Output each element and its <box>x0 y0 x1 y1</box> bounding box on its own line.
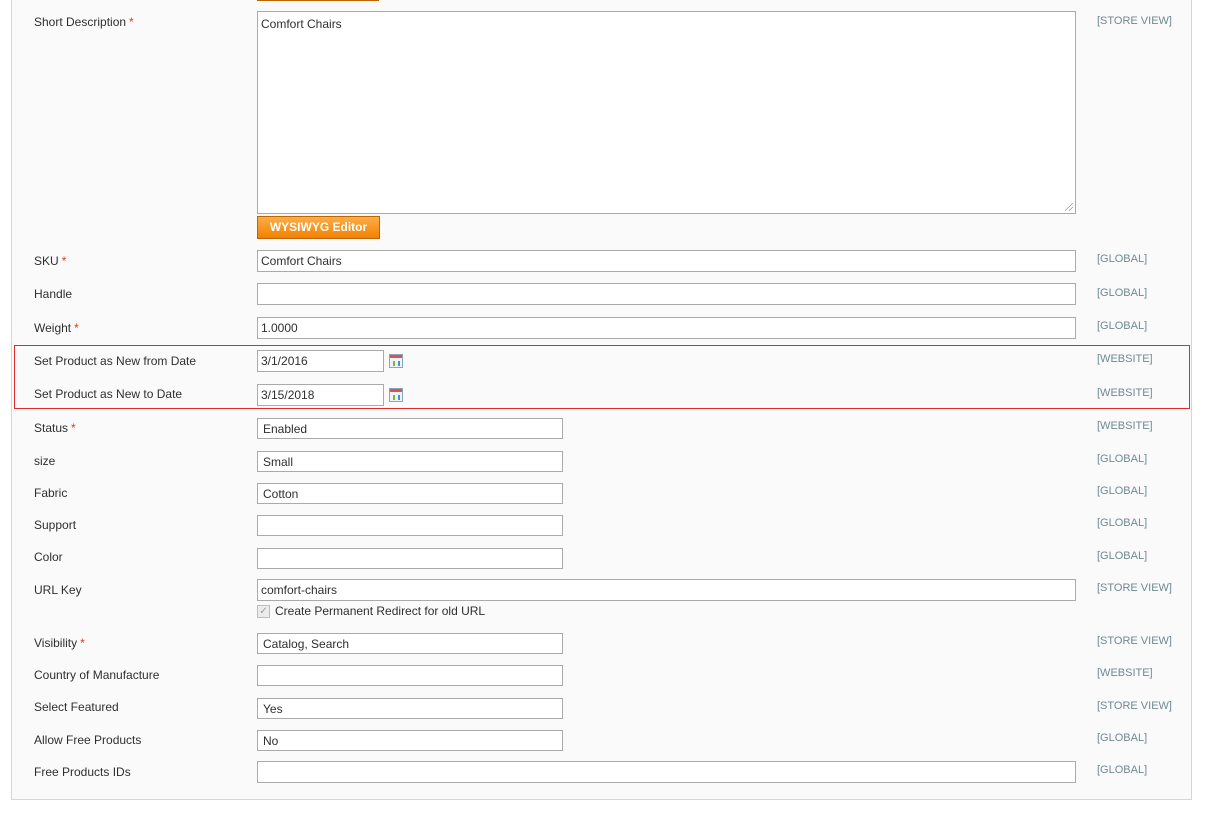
country-label: Country of Manufacture <box>34 668 160 682</box>
fabric-select[interactable]: Cotton <box>257 483 563 504</box>
support-select[interactable] <box>257 515 563 536</box>
fabric-label: Fabric <box>34 486 68 500</box>
weight-scope: [GLOBAL] <box>1097 320 1148 332</box>
sku-scope: [GLOBAL] <box>1097 253 1148 265</box>
free-products-ids-scope: [GLOBAL] <box>1097 764 1148 776</box>
visibility-label: Visibility * <box>34 636 85 650</box>
status-scope: [WEBSITE] <box>1097 420 1153 432</box>
size-scope: [GLOBAL] <box>1097 453 1148 465</box>
new-from-date-input[interactable]: 3/1/2016 <box>257 350 384 372</box>
status-label: Status * <box>34 421 76 435</box>
sku-label: SKU * <box>34 254 67 268</box>
color-select[interactable] <box>257 548 563 569</box>
support-label: Support <box>34 518 77 532</box>
weight-label: Weight * <box>34 321 79 335</box>
handle-scope: [GLOBAL] <box>1097 287 1148 299</box>
visibility-select[interactable]: Catalog, Search <box>257 633 563 654</box>
color-scope: [GLOBAL] <box>1097 550 1148 562</box>
calendar-icon[interactable] <box>389 388 403 402</box>
wysiwyg-editor-button[interactable]: WYSIWYG Editor <box>257 216 380 239</box>
free-products-scope: [GLOBAL] <box>1097 732 1148 744</box>
fabric-scope: [GLOBAL] <box>1097 485 1148 497</box>
new-from-date-scope: [WEBSITE] <box>1097 353 1153 365</box>
permanent-redirect-label: Create Permanent Redirect for old URL <box>275 604 486 618</box>
size-label: size <box>34 454 56 468</box>
featured-select[interactable]: Yes <box>257 698 563 719</box>
url-key-input[interactable]: comfort-chairs <box>257 579 1076 601</box>
sku-input[interactable]: Comfort Chairs <box>257 250 1076 272</box>
short-description-label: Short Description * <box>34 15 134 29</box>
free-products-ids-input[interactable] <box>257 761 1076 783</box>
new-to-date-label: Set Product as New to Date <box>34 387 183 401</box>
resize-grip-icon[interactable] <box>1065 203 1073 211</box>
weight-input[interactable]: 1.0000 <box>257 317 1076 339</box>
color-label: Color <box>34 550 63 564</box>
url-key-scope: [STORE VIEW] <box>1097 582 1172 594</box>
country-scope: [WEBSITE] <box>1097 667 1153 679</box>
calendar-icon[interactable] <box>389 354 403 368</box>
status-select[interactable]: Enabled <box>257 418 563 439</box>
visibility-scope: [STORE VIEW] <box>1097 635 1172 647</box>
country-select[interactable] <box>257 665 563 686</box>
short-description-textarea[interactable]: Comfort Chairs <box>257 11 1076 214</box>
free-products-ids-label: Free Products IDs <box>34 765 131 779</box>
support-scope: [GLOBAL] <box>1097 517 1148 529</box>
featured-scope: [STORE VIEW] <box>1097 700 1172 712</box>
handle-input[interactable] <box>257 283 1076 305</box>
permanent-redirect-checkbox[interactable]: ✓ <box>257 605 270 618</box>
new-to-date-scope: [WEBSITE] <box>1097 387 1153 399</box>
free-products-select[interactable]: No <box>257 730 563 751</box>
previous-editor-button[interactable] <box>257 0 379 1</box>
size-select[interactable]: Small <box>257 451 563 472</box>
new-from-date-label: Set Product as New from Date <box>34 354 197 368</box>
new-to-date-input[interactable]: 3/15/2018 <box>257 384 384 406</box>
url-key-label: URL Key <box>34 583 82 597</box>
handle-label: Handle <box>34 287 73 301</box>
free-products-label: Allow Free Products <box>34 733 142 747</box>
short-description-scope: [STORE VIEW] <box>1097 15 1172 27</box>
featured-label: Select Featured <box>34 700 119 714</box>
